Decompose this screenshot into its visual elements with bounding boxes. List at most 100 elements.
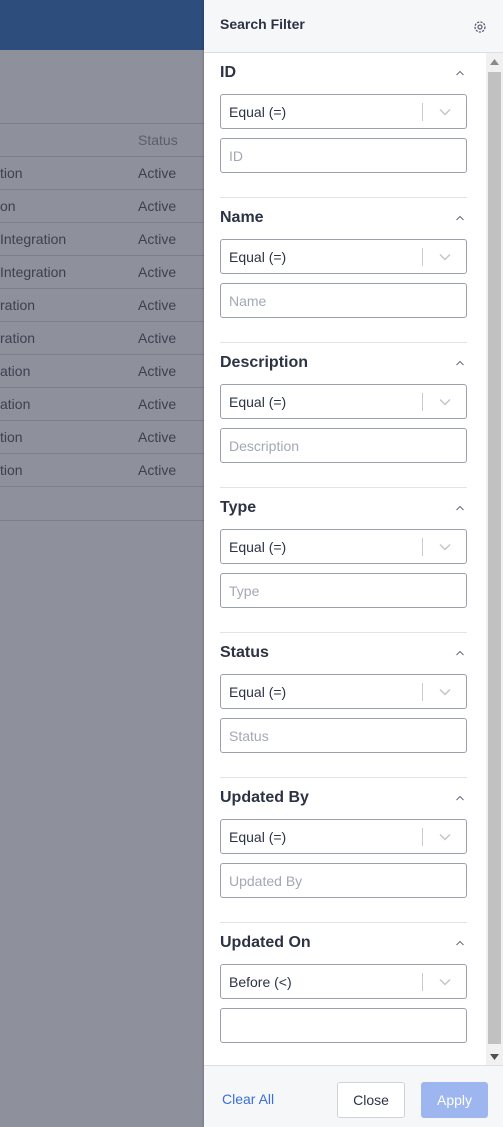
table-header-row: Status	[0, 123, 204, 156]
filter-section-updated-by: Updated By Equal (=)	[220, 778, 467, 923]
filter-scroll-area: ID Equal (=) Name Equal (=)	[204, 53, 503, 1065]
cell-status: Active	[138, 264, 177, 280]
chevron-down-icon[interactable]	[423, 398, 466, 406]
operator-select[interactable]: Before (<)	[220, 964, 467, 999]
panel-footer: Clear All Close Apply	[204, 1065, 503, 1127]
section-header[interactable]: ID	[220, 64, 467, 82]
description-input[interactable]	[220, 428, 467, 463]
section-header[interactable]: Updated By	[220, 789, 467, 807]
cell-name: tion	[0, 462, 23, 478]
section-header[interactable]: Status	[220, 644, 467, 662]
chevron-down-icon[interactable]	[423, 543, 466, 551]
collapse-chevron-up-icon[interactable]	[455, 503, 465, 513]
section-label: Updated On	[220, 934, 311, 951]
operator-select[interactable]: Equal (=)	[220, 674, 467, 709]
table-row: tion Active	[0, 156, 204, 189]
collapse-chevron-up-icon[interactable]	[455, 938, 465, 948]
gear-icon[interactable]	[473, 20, 487, 34]
chevron-down-icon[interactable]	[423, 253, 466, 261]
section-label: Name	[220, 209, 264, 226]
apply-button[interactable]: Apply	[421, 1082, 488, 1118]
scrollbar[interactable]	[486, 53, 503, 1065]
section-label: ID	[220, 64, 236, 81]
table-row: Integration Active	[0, 255, 204, 288]
filter-section-type: Type Equal (=)	[220, 488, 467, 633]
cell-name: tion	[0, 429, 23, 445]
filter-section-status: Status Equal (=)	[220, 633, 467, 778]
filter-section-updated-on: Updated On Before (<)	[220, 923, 467, 1065]
status-input[interactable]	[220, 718, 467, 753]
close-button[interactable]: Close	[337, 1082, 405, 1118]
cell-name: on	[0, 198, 16, 214]
operator-select-value: Equal (=)	[229, 248, 287, 265]
column-header-status: Status	[138, 132, 178, 148]
operator-select[interactable]: Equal (=)	[220, 239, 467, 274]
section-label: Updated By	[220, 789, 309, 806]
name-input[interactable]	[220, 283, 467, 318]
operator-select-value: Equal (=)	[229, 828, 287, 845]
cell-name: Integration	[0, 231, 67, 247]
cell-name: ation	[0, 363, 31, 379]
table-row: tion Active	[0, 420, 204, 453]
cell-status: Active	[138, 297, 177, 313]
operator-select[interactable]: Equal (=)	[220, 529, 467, 564]
operator-select[interactable]: Equal (=)	[220, 819, 467, 854]
id-input[interactable]	[220, 138, 467, 173]
operator-select[interactable]: Equal (=)	[220, 384, 467, 419]
cell-name: tion	[0, 165, 23, 181]
chevron-down-icon[interactable]	[423, 108, 466, 116]
chevron-down-icon[interactable]	[423, 688, 466, 696]
updated-on-input[interactable]	[220, 1008, 467, 1043]
table-row: ration Active	[0, 321, 204, 354]
chevron-down-icon[interactable]	[423, 978, 466, 986]
filter-section-name: Name Equal (=)	[220, 198, 467, 343]
app-header	[0, 0, 204, 50]
panel-header: Search Filter	[204, 0, 503, 53]
operator-select[interactable]: Equal (=)	[220, 94, 467, 129]
panel-title: Search Filter	[220, 16, 305, 32]
clear-all-link[interactable]: Clear All	[222, 1091, 274, 1107]
cell-status: Active	[138, 396, 177, 412]
collapse-chevron-up-icon[interactable]	[455, 68, 465, 78]
operator-select-value: Equal (=)	[229, 538, 287, 555]
cell-status: Active	[138, 363, 177, 379]
cell-name: ration	[0, 297, 36, 313]
section-header[interactable]: Name	[220, 209, 467, 227]
table-row: ration Active	[0, 288, 204, 321]
operator-select-value: Equal (=)	[229, 103, 287, 120]
section-label: Status	[220, 644, 269, 661]
cell-status: Active	[138, 198, 177, 214]
table-row: Integration Active	[0, 222, 204, 255]
section-header[interactable]: Description	[220, 354, 467, 372]
section-label: Type	[220, 499, 257, 516]
table-row: tion Active	[0, 453, 204, 486]
table-footer	[0, 486, 204, 521]
cell-name: Integration	[0, 264, 67, 280]
cell-status: Active	[138, 462, 177, 478]
operator-select-value: Equal (=)	[229, 393, 287, 410]
scroll-down-arrow-icon[interactable]	[486, 1048, 503, 1065]
collapse-chevron-up-icon[interactable]	[455, 213, 465, 223]
section-label: Description	[220, 354, 309, 371]
section-header[interactable]: Type	[220, 499, 467, 517]
cell-status: Active	[138, 330, 177, 346]
collapse-chevron-up-icon[interactable]	[455, 648, 465, 658]
scrollbar-thumb[interactable]	[488, 72, 501, 1044]
scroll-up-arrow-icon[interactable]	[486, 53, 503, 70]
filter-section-id: ID Equal (=)	[220, 53, 467, 198]
operator-select-value: Before (<)	[229, 973, 292, 990]
type-input[interactable]	[220, 573, 467, 608]
collapse-chevron-up-icon[interactable]	[455, 793, 465, 803]
cell-status: Active	[138, 429, 177, 445]
collapse-chevron-up-icon[interactable]	[455, 358, 465, 368]
cell-status: Active	[138, 231, 177, 247]
section-header[interactable]: Updated On	[220, 934, 467, 952]
table-row: ation Active	[0, 387, 204, 420]
operator-select-value: Equal (=)	[229, 683, 287, 700]
updated-by-input[interactable]	[220, 863, 467, 898]
cell-status: Active	[138, 165, 177, 181]
chevron-down-icon[interactable]	[423, 833, 466, 841]
search-filter-panel: Search Filter ID Equal (=) Name	[204, 0, 503, 1127]
cell-name: ation	[0, 396, 31, 412]
background-page: Status tion Active on Active Integration Ac…	[0, 0, 204, 1127]
